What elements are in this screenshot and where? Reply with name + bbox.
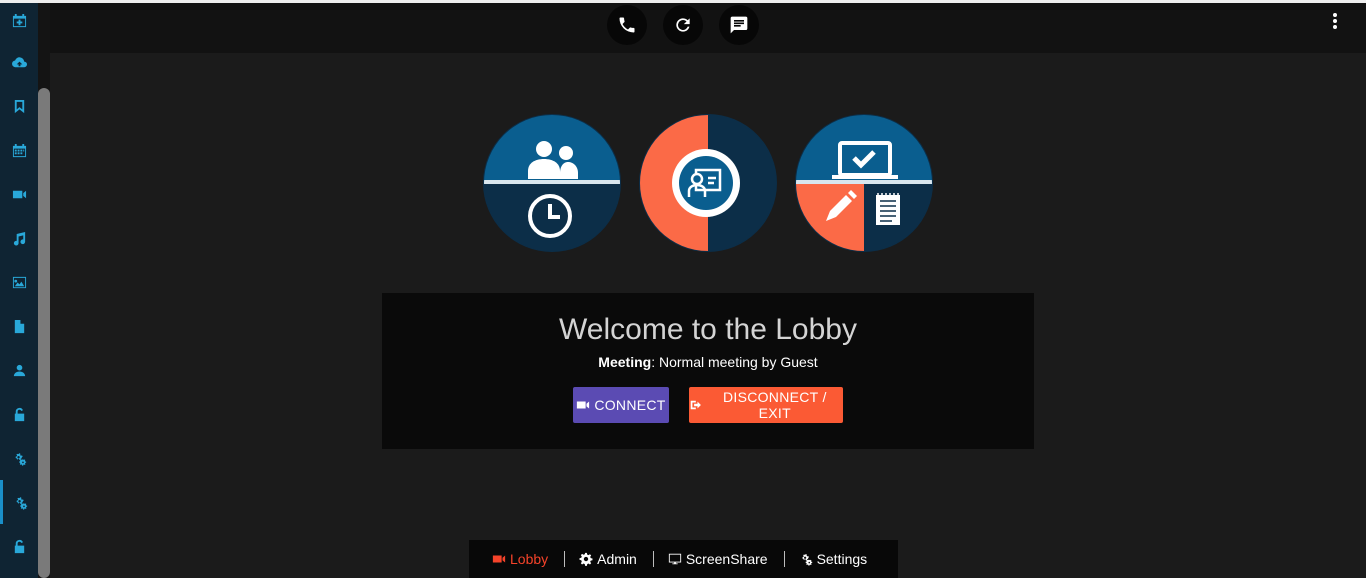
- sidebar-item-calendar-plus[interactable]: [0, 0, 38, 42]
- tab-screenshare-label: ScreenShare: [685, 551, 768, 567]
- sidebar-item-video[interactable]: [0, 172, 38, 216]
- bookmark-icon: [14, 99, 24, 113]
- more-vert-icon: [1333, 13, 1337, 29]
- bottom-tab-bar: Lobby Admin ScreenShare Settings: [469, 540, 898, 578]
- exit-button-label: DISCONNECT / EXIT: [722, 389, 827, 421]
- sidebar-item-unlock-2[interactable]: [0, 524, 38, 568]
- tab-separator: [564, 551, 566, 567]
- image-icon: [12, 276, 26, 288]
- sidebar-item-upload[interactable]: [0, 40, 38, 84]
- sidebar-item-cogs[interactable]: [0, 436, 38, 480]
- sidebar-item-unlock[interactable]: [0, 392, 38, 436]
- music-icon: [13, 231, 25, 246]
- user-icon: [13, 364, 25, 376]
- meeting-label: Meeting: [598, 354, 652, 370]
- sidebar-item-cogs-active[interactable]: [0, 480, 38, 524]
- more-menu-button[interactable]: [1326, 10, 1344, 32]
- sidebar-item-music[interactable]: [0, 216, 38, 260]
- cogs-icon: [16, 496, 28, 510]
- monitor-icon: [668, 553, 681, 565]
- cogs-icon: [15, 452, 26, 466]
- sidebar: [0, 3, 38, 578]
- sign-out-icon: [690, 400, 701, 410]
- sidebar-scroll-thumb[interactable]: [38, 88, 50, 578]
- connect-button[interactable]: CONNECT: [573, 387, 669, 423]
- meeting-value: : Normal meeting by Guest: [651, 354, 818, 370]
- cogs-icon: [801, 554, 812, 566]
- refresh-icon: [676, 18, 690, 32]
- cloud-upload-icon: [11, 56, 27, 67]
- meeting-info: Meeting: Normal meeting by Guest: [382, 354, 1034, 370]
- video-icon: [492, 555, 506, 563]
- tab-lobby[interactable]: Lobby: [492, 551, 548, 567]
- file-icon: [14, 319, 24, 333]
- connect-button-label: CONNECT: [594, 397, 666, 413]
- gear-icon: [579, 552, 593, 566]
- tab-settings-label: Settings: [816, 551, 868, 567]
- video-camera-icon: [577, 401, 590, 409]
- sidebar-item-file[interactable]: [0, 304, 38, 348]
- disconnect-exit-button[interactable]: DISCONNECT / EXIT: [689, 387, 843, 423]
- laptop-tasks-badge: [795, 114, 933, 252]
- refresh-button[interactable]: [663, 5, 703, 45]
- participants-schedule-badge: [483, 114, 621, 252]
- sidebar-item-bookmark[interactable]: [0, 84, 38, 128]
- tab-screenshare[interactable]: ScreenShare: [668, 551, 768, 567]
- tab-separator: [652, 551, 654, 567]
- lobby-card: Welcome to the Lobby Meeting: Normal mee…: [382, 293, 1034, 449]
- sidebar-item-image[interactable]: [0, 260, 38, 304]
- chat-button[interactable]: [719, 5, 759, 45]
- calendar-icon: [12, 143, 26, 157]
- tab-admin[interactable]: Admin: [579, 551, 637, 567]
- tab-settings[interactable]: Settings: [799, 551, 868, 567]
- top-bar: [50, 3, 1366, 53]
- tab-admin-label: Admin: [597, 551, 637, 567]
- lobby-title: Welcome to the Lobby: [559, 313, 857, 346]
- presenter-badge: [639, 114, 777, 252]
- video-camera-icon: [12, 190, 26, 198]
- call-button[interactable]: [607, 5, 647, 45]
- chat-icon: [730, 16, 748, 34]
- phone-icon: [619, 17, 635, 33]
- unlock-icon: [14, 539, 24, 553]
- sidebar-item-user[interactable]: [0, 348, 38, 392]
- unlock-icon: [14, 407, 24, 421]
- document-icon: [876, 193, 900, 225]
- sidebar-item-calendar[interactable]: [0, 128, 38, 172]
- tab-lobby-label: Lobby: [510, 551, 549, 567]
- calendar-plus-icon: [12, 13, 26, 27]
- tab-separator: [783, 551, 785, 567]
